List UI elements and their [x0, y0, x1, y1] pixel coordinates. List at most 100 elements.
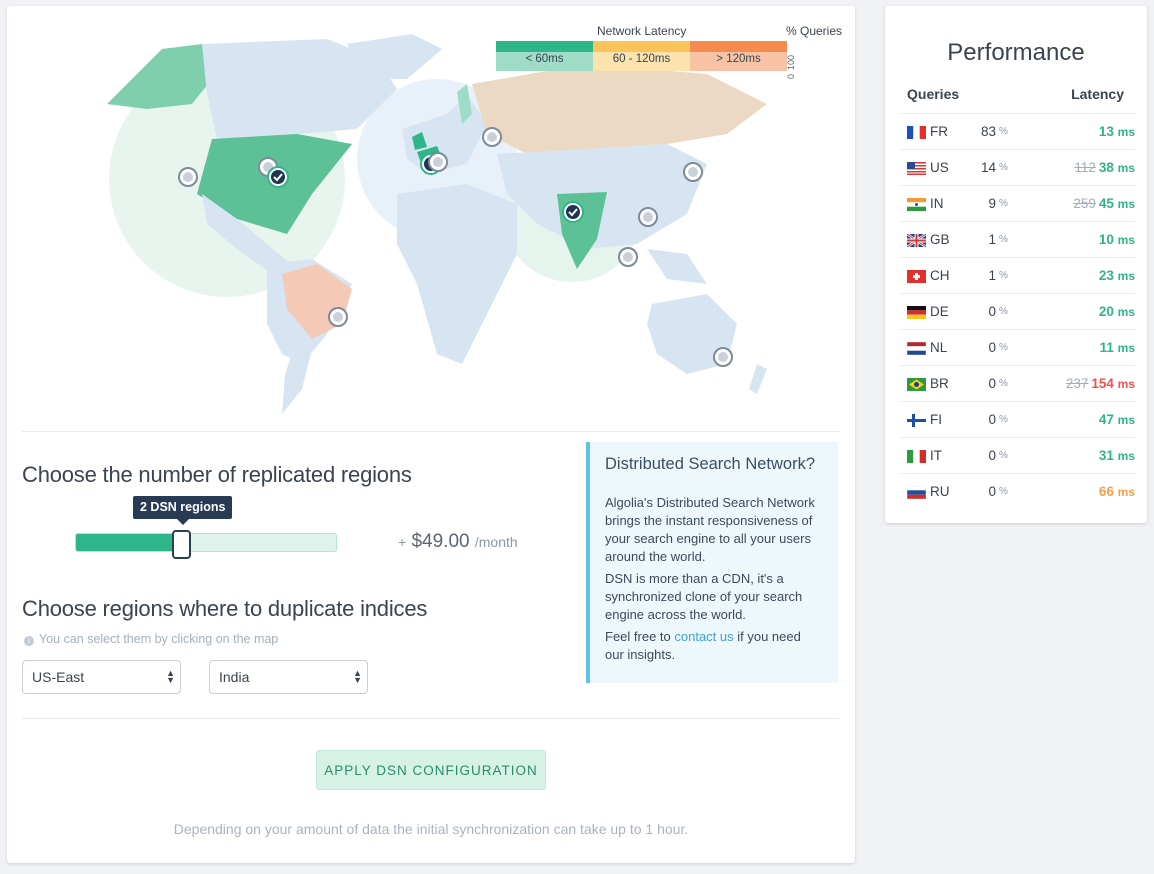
latency-unit: ms — [1117, 233, 1135, 247]
dc-marker-brazil[interactable] — [328, 307, 348, 327]
region-patagonia[interactable] — [282, 349, 312, 414]
dc-marker-russia[interactable] — [482, 127, 502, 147]
latency-unit: ms — [1117, 305, 1135, 319]
dc-marker-us-east[interactable] — [267, 166, 289, 188]
dc-marker-india[interactable] — [562, 201, 584, 223]
dc-marker-germany[interactable] — [428, 152, 448, 172]
dc-marker-us-west[interactable] — [178, 167, 198, 187]
info-icon: i — [24, 636, 34, 646]
dsn-info-box: Distributed Search Network? Algolia's Di… — [586, 442, 838, 683]
country-code: CH — [930, 268, 950, 283]
country-code: US — [930, 160, 949, 175]
country-code: DE — [930, 304, 949, 319]
query-percent: 0 — [988, 340, 996, 355]
apply-dsn-button[interactable]: APPLY DSN CONFIGURATION — [316, 750, 546, 790]
latency-unit: ms — [1117, 449, 1135, 463]
latency-new-value: 31 — [1098, 448, 1118, 463]
price-plus: + — [398, 534, 407, 550]
region-select-2[interactable]: India ▲ ▼ — [209, 660, 368, 694]
latency-new-value: 13 — [1098, 124, 1118, 139]
latency-unit: ms — [1117, 197, 1135, 211]
performance-row-br: BR 0% 237 154 ms — [900, 365, 1135, 401]
dc-marker-australia[interactable] — [713, 347, 733, 367]
latency-value: 66 ms — [1099, 484, 1135, 499]
region-select-1[interactable]: US-East ▲ ▼ — [22, 660, 181, 694]
legend-axis-bottom: 0 — [786, 73, 796, 79]
country-code: BR — [930, 376, 949, 391]
performance-row-gb: GB 1% 10 ms — [900, 221, 1135, 257]
performance-row-de: DE 0% 20 ms — [900, 293, 1135, 329]
flag-de-icon — [907, 306, 926, 319]
flag-ch-icon — [907, 270, 926, 283]
flag-in-icon — [907, 198, 926, 211]
percent-sign: % — [999, 162, 1008, 173]
col-queries-header: Queries — [907, 86, 960, 102]
percent-sign: % — [999, 378, 1008, 389]
latency-new-value: 11 — [1099, 340, 1118, 355]
contact-us-link[interactable]: contact us — [674, 629, 733, 644]
performance-row-it: IT 0% 31 ms — [900, 437, 1135, 473]
latency-new-value: 66 — [1098, 484, 1118, 499]
dsn-info-p1: Algolia's Distributed Search Network bri… — [605, 495, 815, 564]
world-map-svg[interactable] — [67, 34, 807, 424]
flag-fi-icon — [907, 414, 926, 427]
latency-new-value: 47 — [1098, 412, 1118, 427]
performance-row-nl: NL 0% 11 ms — [900, 329, 1135, 365]
legend-bucket-medium: 60 - 120ms — [593, 41, 690, 71]
latency-new-value: 154 — [1091, 376, 1118, 391]
latency-value: 23 ms — [1099, 268, 1135, 283]
price-amount: $49.00 — [411, 531, 470, 552]
latency-value: 20 ms — [1099, 304, 1135, 319]
query-percent: 14 — [980, 160, 996, 175]
query-percent: 83 — [980, 124, 996, 139]
dc-marker-japan[interactable] — [683, 162, 703, 182]
performance-row-us: US 14% 112 38 ms — [900, 149, 1135, 185]
latency-unit: ms — [1117, 485, 1135, 499]
region-new-zealand[interactable] — [749, 364, 767, 394]
legend-title: Network Latency — [597, 24, 687, 38]
country-code: GB — [930, 232, 950, 247]
divider-top — [22, 431, 839, 432]
country-code: FI — [930, 412, 942, 427]
country-code: IT — [930, 448, 942, 463]
dsn-info-p3-before: Feel free to — [605, 629, 675, 644]
legend-axis-top: 100 — [786, 54, 796, 70]
duplicate-regions-heading: Choose regions where to duplicate indice… — [22, 596, 428, 621]
latency-unit: ms — [1117, 413, 1135, 427]
query-percent: 1 — [988, 232, 996, 247]
region-select-2-value: India — [219, 669, 250, 685]
latency-unit: ms — [1117, 161, 1135, 175]
latency-new-value: 45 — [1098, 196, 1118, 211]
percent-sign: % — [999, 414, 1008, 425]
slider-handle[interactable] — [171, 530, 191, 559]
latency-value: 237 154 ms — [1066, 376, 1135, 391]
flag-gb-icon — [906, 232, 927, 249]
updown-arrow-icon: ▲ ▼ — [166, 668, 175, 685]
replicas-slider[interactable] — [75, 530, 337, 559]
dc-marker-hongkong[interactable] — [638, 207, 658, 227]
latency-new-value: 10 — [1098, 232, 1118, 247]
percent-sign: % — [999, 126, 1008, 137]
world-map[interactable] — [67, 34, 807, 424]
flag-us-icon — [907, 162, 926, 175]
country-code: IN — [930, 196, 944, 211]
percent-sign: % — [999, 486, 1008, 497]
percent-sign: % — [999, 450, 1008, 461]
country-code: RU — [930, 484, 950, 499]
percent-sign: % — [999, 198, 1008, 209]
country-code: NL — [930, 340, 948, 355]
latency-new-value: 38 — [1098, 160, 1118, 175]
region-indonesia[interactable] — [647, 249, 707, 284]
price-display: + $49.00 /month — [398, 531, 518, 553]
latency-unit: ms — [1117, 125, 1135, 139]
dc-marker-singapore[interactable] — [618, 247, 638, 267]
legend-bucket-medium-label: 60 - 120ms — [593, 52, 690, 71]
updown-arrow-icon: ▲ ▼ — [353, 668, 362, 685]
sync-note: Depending on your amount of data the ini… — [173, 821, 689, 837]
query-percent: 9 — [988, 196, 996, 211]
region-russia[interactable] — [472, 64, 767, 154]
map-hint-text: You can select them by clicking on the m… — [39, 632, 279, 646]
slider-tooltip: 2 DSN regions — [133, 496, 233, 525]
region-africa[interactable] — [397, 184, 517, 364]
flag-ru-icon — [906, 485, 927, 500]
